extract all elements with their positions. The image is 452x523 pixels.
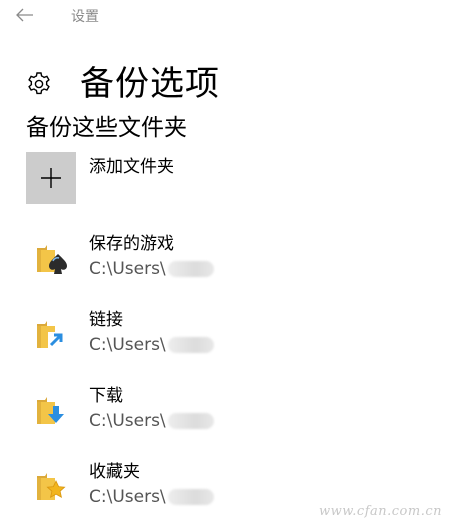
redacted-username [167,489,214,505]
app-title: 设置 [71,9,99,25]
links-folder-icon [26,306,76,362]
add-folder-tile[interactable] [26,152,76,204]
folder-path: C:\Users\ [89,259,166,279]
back-arrow-icon [16,8,33,22]
title-bar: 设置 [0,0,452,32]
folder-path: C:\Users\ [89,411,166,431]
folder-name: 保存的游戏 [89,234,174,254]
redacted-username [167,337,214,353]
downloads-folder-icon [26,382,76,438]
folder-item-downloads[interactable]: 下载 C:\Users\ [26,382,326,438]
saved-games-folder-icon [26,230,76,286]
plus-icon [41,168,61,188]
section-title: 备份这些文件夹 [26,115,187,141]
add-folder-label: 添加文件夹 [89,157,174,177]
folder-item-saved-games[interactable]: 保存的游戏 C:\Users\ [26,230,326,286]
redacted-username [167,413,214,429]
back-button[interactable] [12,2,38,28]
folder-name: 链接 [89,310,123,330]
add-folder-button[interactable]: 添加文件夹 [26,152,174,204]
favorites-folder-icon [26,458,76,514]
folder-name: 收藏夹 [89,462,140,482]
folder-path: C:\Users\ [89,487,166,507]
page-title: 备份选项 [80,64,220,104]
redacted-username [167,261,214,277]
folder-item-links[interactable]: 链接 C:\Users\ [26,306,326,362]
folder-name: 下载 [89,386,123,406]
folder-item-favorites[interactable]: 收藏夹 C:\Users\ [26,458,326,514]
gear-icon [26,71,52,97]
page-header: 备份选项 [26,62,220,106]
folder-path: C:\Users\ [89,335,166,355]
watermark: www.cfan.com.cn [318,504,442,519]
settings-window: 设置 备份选项 备份这些文件夹 添加文件夹 保存的游戏 C:\Users\ 链接… [0,0,452,523]
